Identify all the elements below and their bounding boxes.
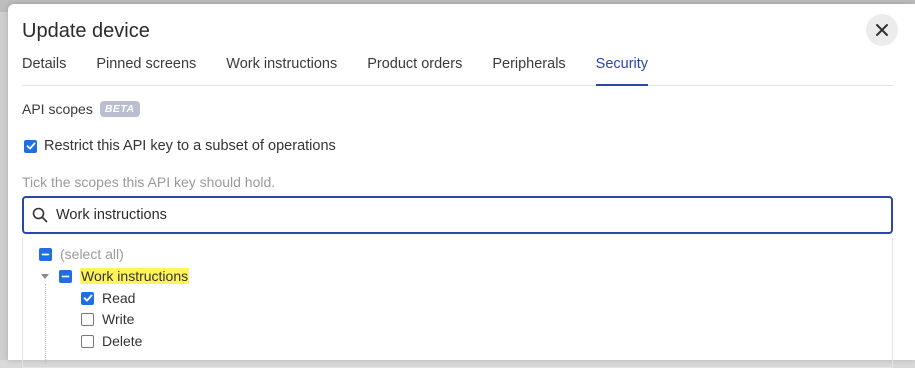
select-all-checkbox[interactable] [39,247,52,261]
check-icon [26,142,35,150]
close-icon [876,24,888,36]
tab-product-orders[interactable]: Product orders [367,52,462,86]
tab-work-instructions[interactable]: Work instructions [226,52,337,86]
scope-item-read[interactable]: Read [81,290,135,306]
tab-pinned-screens[interactable]: Pinned screens [96,52,196,86]
scope-tree: (select all) Work instructions Read Writ… [22,238,893,368]
close-button[interactable] [866,14,898,46]
scope-item-delete[interactable]: Delete [81,333,142,349]
write-label: Write [102,311,135,327]
restrict-label: Restrict this API key to a subset of ope… [44,138,336,154]
restrict-checkbox[interactable] [24,139,37,153]
tab-details[interactable]: Details [22,52,66,86]
delete-label: Delete [102,333,143,349]
api-scopes-heading: API scopes BETA [22,101,140,117]
restrict-checkbox-row[interactable]: Restrict this API key to a subset of ope… [24,138,336,154]
read-checkbox[interactable] [81,291,94,305]
check-icon [83,294,92,302]
scope-search-input[interactable] [56,207,856,223]
update-device-dialog: Update device Details Pinned screens Wor… [8,4,915,368]
dialog-title: Update device [22,20,150,42]
tab-peripherals[interactable]: Peripherals [492,52,565,86]
select-all-label: (select all) [60,246,124,262]
write-checkbox[interactable] [81,312,94,326]
group-row-work-instructions[interactable]: Work instructions [41,268,190,284]
search-icon [32,207,48,223]
scope-search-field[interactable] [22,196,893,234]
scope-item-write[interactable]: Write [81,311,134,327]
scopes-hint: Tick the scopes this API key should hold… [22,174,276,190]
indeterminate-icon [41,253,50,255]
tab-bar: Details Pinned screens Work instructions… [22,52,893,86]
indeterminate-icon [61,275,70,277]
tab-security[interactable]: Security [595,52,649,86]
api-scopes-label: API scopes [22,101,93,117]
read-label: Read [102,290,136,306]
select-all-row[interactable]: (select all) [39,246,124,262]
caret-down-icon[interactable] [41,273,49,279]
group-label: Work instructions [80,268,190,284]
beta-badge: BETA [99,101,140,117]
group-checkbox[interactable] [59,269,72,283]
tree-guide-line [45,284,46,364]
delete-checkbox[interactable] [81,334,94,348]
